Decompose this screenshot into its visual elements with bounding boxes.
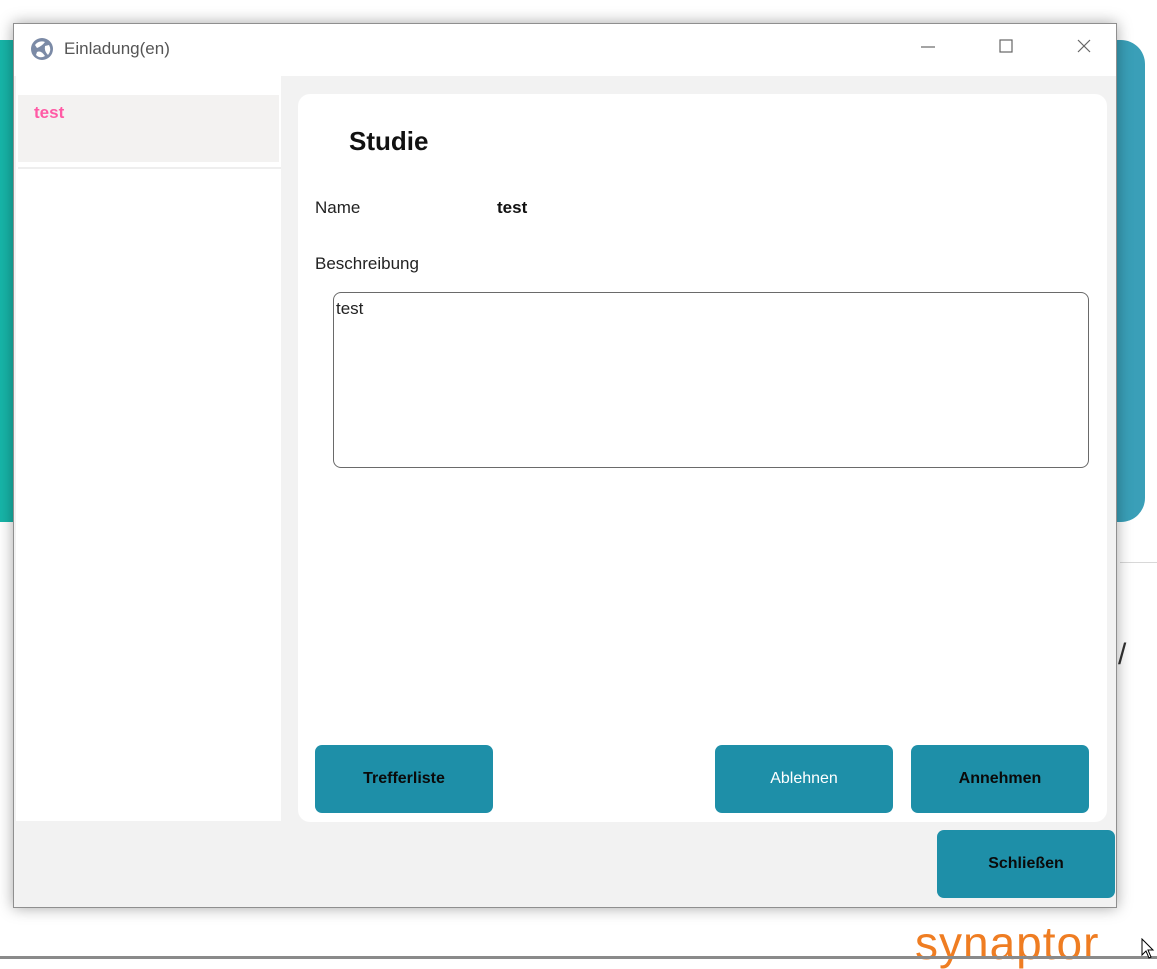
background-partial-text: / — [1118, 638, 1127, 671]
window-title: Einladung(en) — [64, 39, 170, 58]
background-divider — [1120, 562, 1157, 563]
invitation-item-label: test — [34, 103, 65, 122]
minimize-button[interactable] — [898, 24, 958, 72]
close-button[interactable]: Schließen — [937, 830, 1115, 898]
invitation-list: test — [16, 76, 281, 821]
mouse-cursor-icon — [1141, 937, 1155, 960]
study-heading: Studie — [349, 126, 429, 156]
invitation-list-item[interactable]: test — [18, 95, 279, 163]
accept-button[interactable]: Annehmen — [911, 745, 1089, 813]
study-details-card: Studie Name test Beschreibung test Treff… — [298, 94, 1107, 822]
maximize-icon — [997, 37, 1015, 60]
minimize-icon — [919, 37, 937, 60]
title-bar[interactable]: Einladung(en) — [14, 24, 1116, 76]
close-icon — [1075, 37, 1093, 60]
name-value: test — [497, 198, 528, 217]
description-label: Beschreibung — [315, 254, 419, 273]
name-label: Name — [315, 198, 361, 217]
list-divider — [18, 167, 281, 169]
app-logo-icon — [29, 36, 55, 62]
background-brand-logo: synaptor — [915, 917, 1100, 969]
background-bottom-border — [0, 956, 1157, 959]
description-textbox[interactable]: test — [333, 292, 1089, 468]
trefferliste-button[interactable]: Trefferliste — [315, 745, 493, 813]
invitations-dialog: Einladung(en) test Studie Name test Besc… — [13, 23, 1117, 908]
close-window-button[interactable] — [1054, 24, 1114, 72]
decline-button[interactable]: Ablehnen — [715, 745, 893, 813]
maximize-button[interactable] — [976, 24, 1036, 72]
